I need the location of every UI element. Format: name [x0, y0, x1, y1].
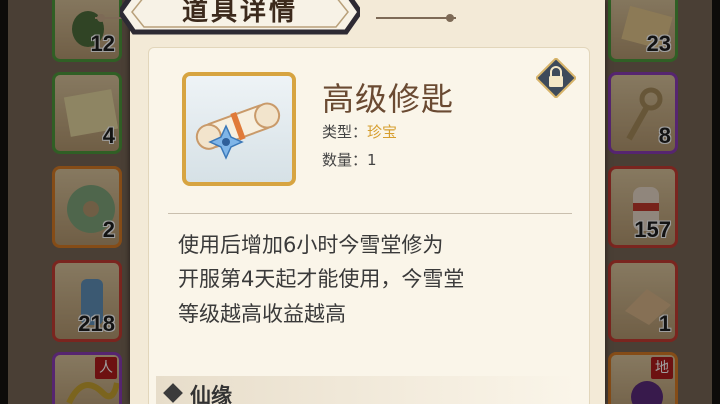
title-ornament-right	[376, 14, 456, 22]
slot-count: 157	[634, 217, 671, 242]
letterbox-left	[0, 0, 8, 404]
item-icon-frame	[182, 72, 296, 186]
slot-count: 8	[658, 123, 671, 148]
item-detail-dialog	[130, 0, 605, 404]
lock-button[interactable]	[534, 56, 578, 100]
item-type-row: 类型：珍宝	[322, 121, 397, 142]
item-quantity-label: 数量：	[322, 151, 368, 169]
inventory-slot[interactable]: 8	[608, 72, 678, 154]
inventory-slot[interactable]: 2	[52, 166, 122, 248]
item-type-value: 珍宝	[367, 123, 398, 141]
item-quantity-row: 数量：1	[322, 149, 377, 170]
item-description-line: 开服第4天起才能使用，今雪堂	[178, 267, 465, 291]
item-name: 高级修匙	[322, 80, 455, 118]
slot-count: 218	[78, 311, 115, 336]
slot-tag: 地	[651, 357, 673, 379]
inventory-slot[interactable]: 157	[608, 166, 678, 248]
slot-count: 4	[102, 123, 115, 148]
inventory-slot[interactable]: 1	[608, 260, 678, 342]
inventory-slot[interactable]: 4	[52, 72, 122, 154]
item-description-line: 等级越高收益越高	[178, 302, 346, 326]
game-screen: 12 4 2 218 人 23 8 157 1 地 道具详情 高级修匙 类型：珍…	[0, 0, 720, 404]
section-header-label: 仙缘	[190, 384, 232, 404]
slot-count: 23	[646, 31, 671, 56]
inventory-slot[interactable]: 地	[608, 352, 678, 404]
inventory-slot[interactable]: 218	[52, 260, 122, 342]
item-type-label: 类型：	[322, 123, 368, 141]
dialog-title-banner: 道具详情	[120, 0, 360, 38]
scroll-icon	[195, 102, 281, 160]
slot-count: 1	[658, 311, 671, 336]
inventory-slot[interactable]: 23	[608, 0, 678, 62]
item-description-line: 使用后增加6小时今雪堂修为	[178, 233, 444, 257]
inventory-slot[interactable]: 人	[52, 352, 122, 404]
slot-count: 12	[90, 31, 115, 56]
divider	[168, 213, 572, 214]
item-quantity-value: 1	[367, 151, 377, 169]
lock-icon	[534, 56, 578, 100]
slot-count: 2	[102, 217, 115, 242]
slot-tag: 人	[95, 357, 117, 379]
letterbox-right	[712, 0, 720, 404]
dialog-title: 道具详情	[181, 0, 298, 27]
